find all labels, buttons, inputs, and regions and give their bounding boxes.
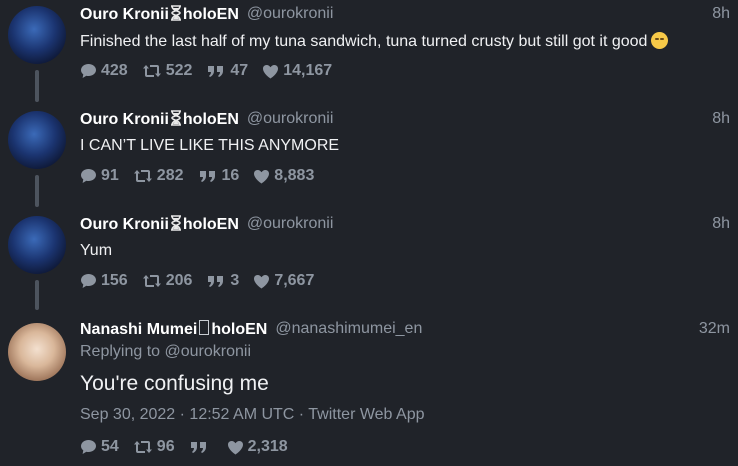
heart-icon	[263, 64, 279, 78]
quote-button[interactable]: 3	[206, 272, 239, 290]
retweet-count: 206	[165, 272, 193, 289]
quote-count: 47	[230, 62, 249, 79]
comment-icon	[81, 440, 96, 454]
author-handle[interactable]: @ourokronii	[247, 5, 334, 23]
like-count: 14,167	[283, 62, 333, 79]
retweet-count: 522	[165, 62, 193, 79]
avatar[interactable]	[8, 216, 66, 274]
like-button[interactable]: 14,167	[262, 62, 332, 80]
heart-icon	[227, 440, 243, 454]
retweet-button[interactable]: 282	[133, 167, 184, 185]
like-button[interactable]: 2,318	[227, 438, 288, 456]
comment-icon	[81, 64, 96, 78]
retweet-icon	[133, 441, 152, 453]
tweet[interactable]: Ouro Kronii holoEN @ourokronii 8h Finishe…	[0, 0, 738, 100]
author-name[interactable]: Ouro Kronii holoEN	[80, 4, 239, 24]
like-button[interactable]: 7,667	[253, 272, 314, 290]
author-name[interactable]: Nanashi Mumei holoEN	[80, 319, 267, 339]
reply-count: 428	[101, 62, 128, 79]
tweet-time[interactable]: 8h	[712, 215, 730, 233]
author-handle[interactable]: @ourokronii	[247, 215, 334, 233]
owl-emoji-icon	[199, 319, 210, 335]
tweet-text: You're confusing me	[80, 372, 269, 395]
heart-icon	[254, 169, 270, 183]
quote-icon	[190, 442, 206, 453]
quote-icon	[208, 66, 224, 77]
avatar[interactable]	[8, 323, 66, 381]
quote-icon	[199, 171, 215, 182]
retweet-button[interactable]: 206	[142, 272, 193, 290]
reply-button[interactable]: 156	[80, 272, 128, 290]
tweet-time[interactable]: 8h	[712, 5, 730, 23]
retweet-button[interactable]: 96	[133, 438, 175, 456]
replying-to: Replying to @ourokronii	[80, 343, 252, 360]
author-name[interactable]: Ouro Kronii holoEN	[80, 214, 239, 234]
reply-count: 91	[101, 167, 119, 184]
heart-icon	[254, 274, 270, 288]
retweet-count: 282	[156, 167, 184, 184]
tweet-time[interactable]: 8h	[712, 110, 730, 128]
tweet-date[interactable]: Sep 30, 2022 · 12:52 AM UTC	[80, 406, 294, 423]
meta-separator: ·	[298, 406, 305, 423]
avatar[interactable]	[8, 6, 66, 64]
quote-button[interactable]: 16	[198, 167, 240, 185]
reply-button[interactable]: 54	[80, 438, 119, 456]
quote-icon	[208, 276, 224, 287]
replying-to-link[interactable]: @ourokronii	[165, 343, 252, 360]
hourglass-icon	[170, 109, 181, 126]
author-name[interactable]: Ouro Kronii holoEN	[80, 109, 239, 129]
like-count: 7,667	[274, 272, 315, 289]
avatar[interactable]	[8, 111, 66, 169]
tweet[interactable]: Ouro Kronii holoEN @ourokronii 8h Yum 156…	[0, 210, 738, 310]
tweet-source: Twitter Web App	[308, 406, 425, 423]
quote-count: 3	[230, 272, 240, 289]
author-handle[interactable]: @nanashimumei_en	[275, 320, 422, 338]
hourglass-icon	[170, 214, 181, 231]
retweet-icon	[142, 65, 161, 77]
quote-button[interactable]: 47	[206, 62, 248, 80]
tweet-text: Yum	[80, 242, 113, 259]
grinning-face-emoji	[651, 32, 669, 49]
reply-count: 156	[101, 272, 128, 289]
tweet-meta: Sep 30, 2022 · 12:52 AM UTC · Twitter We…	[80, 406, 424, 424]
tweet-text: I CAN’T LIVE LIKE THIS ANYMORE	[80, 137, 340, 154]
like-count: 8,883	[274, 167, 315, 184]
reply-button[interactable]: 428	[80, 62, 128, 80]
reply-count: 54	[101, 438, 119, 455]
quote-button[interactable]	[189, 440, 213, 454]
like-count: 2,318	[247, 438, 288, 455]
main-tweet[interactable]: Nanashi Mumei holoEN @nanashimumei_en 32m…	[0, 315, 738, 466]
like-button[interactable]: 8,883	[253, 167, 314, 185]
comment-icon	[81, 274, 96, 288]
tweet-text: Finished the last half of my tuna sandwi…	[80, 32, 730, 51]
hourglass-icon	[170, 4, 181, 21]
comment-icon	[81, 169, 96, 183]
retweet-count: 96	[156, 438, 175, 455]
author-handle[interactable]: @ourokronii	[247, 110, 334, 128]
retweet-icon	[133, 170, 152, 182]
retweet-icon	[142, 275, 161, 287]
quote-count: 16	[221, 167, 240, 184]
tweet-time[interactable]: 32m	[699, 320, 730, 338]
retweet-button[interactable]: 522	[142, 62, 193, 80]
tweet[interactable]: Ouro Kronii holoEN @ourokronii 8h I CAN’T…	[0, 105, 738, 205]
reply-button[interactable]: 91	[80, 167, 119, 185]
